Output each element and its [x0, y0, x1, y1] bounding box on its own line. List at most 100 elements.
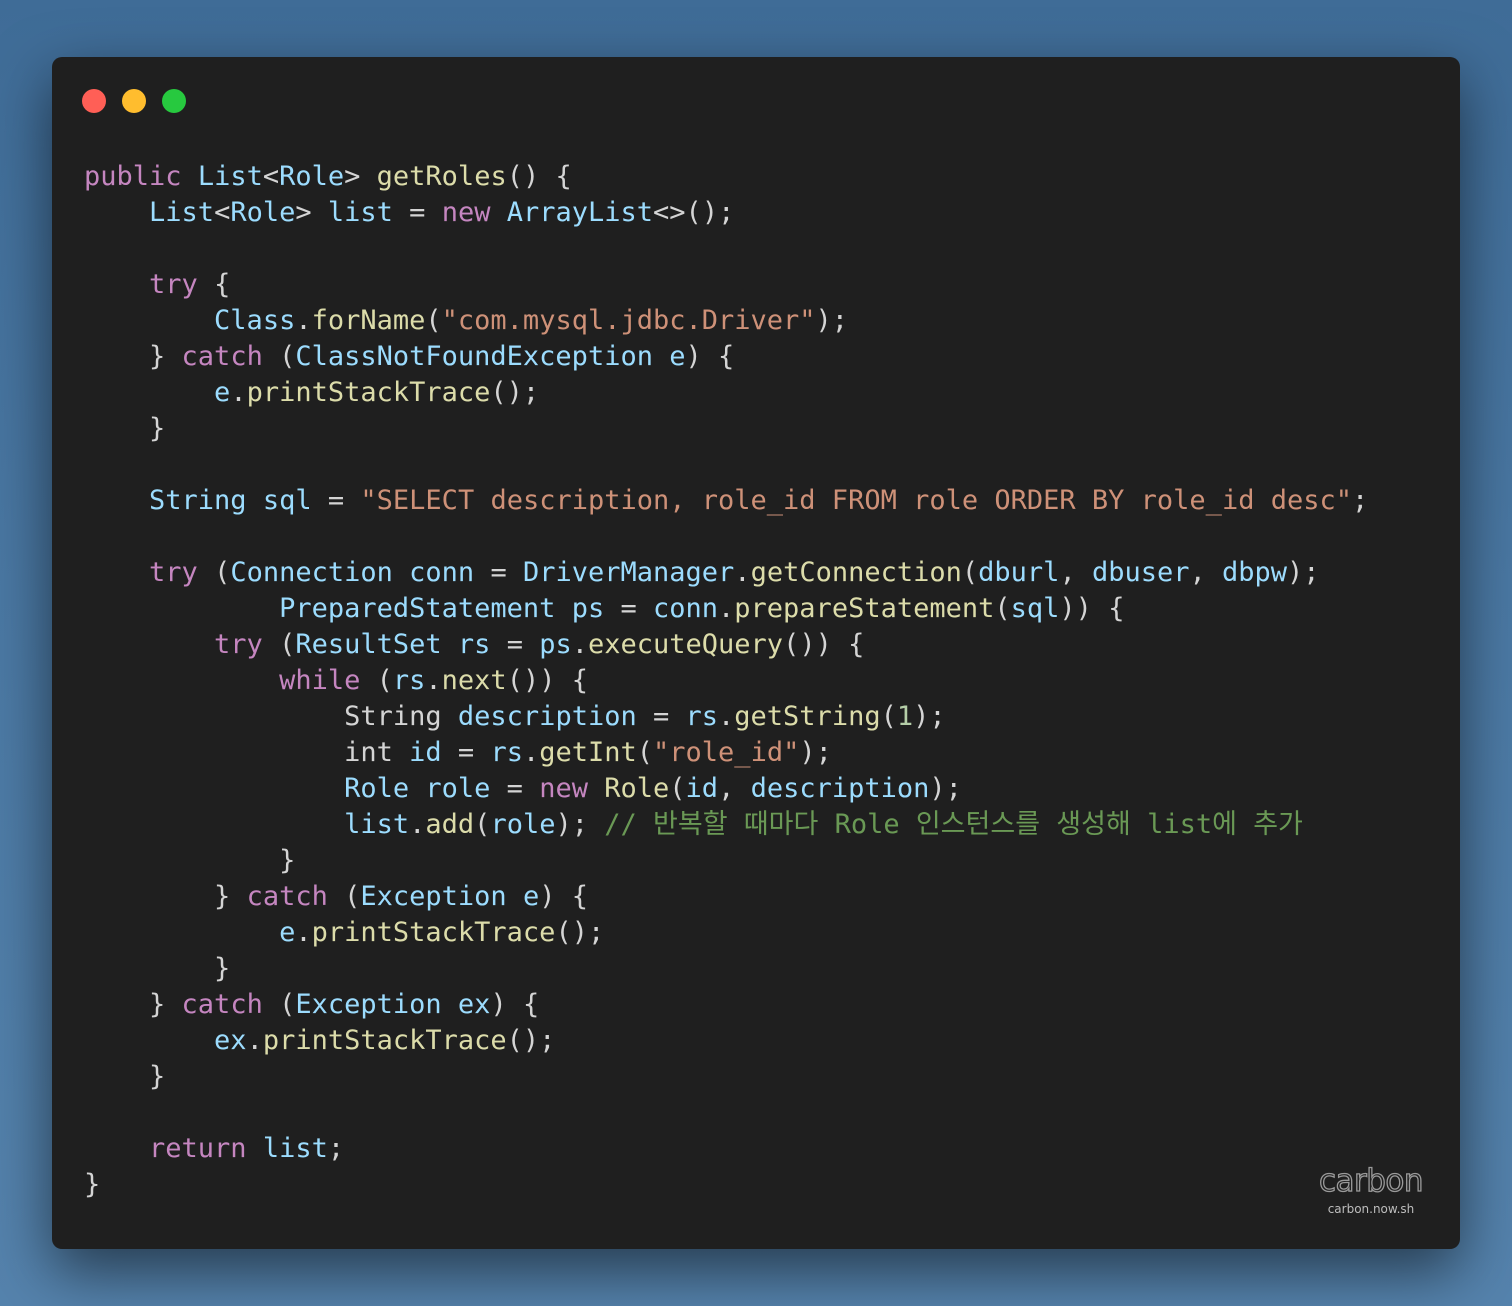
code-token-var: dburl: [978, 557, 1060, 588]
code-token-plain: (: [880, 701, 897, 732]
code-line: PreparedStatement ps = conn.prepareState…: [84, 591, 1368, 627]
code-line: }: [84, 1059, 1368, 1095]
code-token-type: ArrayList: [506, 197, 654, 228]
code-line: }: [84, 411, 1368, 447]
code-token-plain: =: [490, 773, 540, 804]
code-token-keyword: try: [149, 269, 198, 300]
code-token-fn: printStackTrace: [311, 917, 556, 948]
code-token-number: 1: [896, 701, 914, 732]
code-token-plain: <: [262, 161, 280, 192]
code-token-fn: getString: [734, 701, 881, 732]
code-line: try {: [84, 267, 1368, 303]
code-token-type: List: [149, 197, 215, 228]
code-window: public List<Role> getRoles() { List<Role…: [52, 57, 1460, 1249]
code-token-fn: printStackTrace: [262, 1025, 507, 1056]
code-token-var: dbpw: [1222, 557, 1288, 588]
code-token-var: e: [669, 341, 686, 372]
code-line: public List<Role> getRoles() {: [84, 159, 1368, 195]
code-token-plain: =: [392, 197, 442, 228]
code-token-plain: =: [490, 629, 540, 660]
code-token-var: ps: [539, 629, 572, 660]
code-token-fn: executeQuery: [588, 629, 784, 660]
code-token-var: ex: [214, 1025, 247, 1056]
code-token-var: sql: [262, 485, 312, 516]
code-token-plain: );: [929, 773, 962, 804]
code-token-var: rs: [457, 629, 491, 660]
code-token-plain: (: [262, 341, 296, 372]
code-token-string: "role_id": [653, 737, 800, 768]
code-token-plain: }: [84, 881, 247, 912]
code-token-plain: =: [604, 593, 653, 624]
code-token-plain: {: [197, 269, 231, 300]
code-token-var: e: [522, 881, 540, 912]
code-token-fn: Role: [604, 773, 670, 804]
code-token-keyword: return: [149, 1133, 247, 1164]
code-token-keyword: catch: [246, 881, 328, 912]
code-token-plain: .: [425, 665, 442, 696]
code-token-plain: (: [425, 305, 442, 336]
code-token-plain: ();: [490, 377, 540, 408]
minimize-circle-icon: [122, 89, 146, 113]
code-token-type: DriverManager: [522, 557, 735, 588]
code-token-plain: <: [214, 197, 231, 228]
code-token-plain: .: [409, 809, 426, 840]
code-token-string: "com.mysql.jdbc.Driver": [441, 305, 816, 336]
code-token-comment: // 반복할 때마다 Role 인스턴스를 생성해 list에 추가: [604, 809, 1303, 840]
code-token-keyword: try: [149, 557, 198, 588]
code-token-plain: =: [474, 557, 523, 588]
code-token-plain: ();: [555, 917, 605, 948]
code-token-type: Class: [214, 305, 296, 336]
code-token-plain: >: [295, 197, 328, 228]
code-line: List<Role> list = new ArrayList<>();: [84, 195, 1368, 231]
code-token-type: String: [149, 485, 247, 516]
code-token-type: Role: [230, 197, 296, 228]
code-token-plain: )) {: [1059, 593, 1125, 624]
code-token-plain: =: [636, 701, 686, 732]
code-token-fn: getRoles: [376, 161, 507, 192]
code-line: }: [84, 1167, 1368, 1203]
code-line: } catch (Exception e) {: [84, 879, 1368, 915]
code-token-type: Connection: [230, 557, 393, 588]
code-line: Role role = new Role(id, description);: [84, 771, 1368, 807]
code-token-keyword: new: [441, 197, 491, 228]
code-token-var: conn: [409, 557, 475, 588]
close-circle-icon: [82, 89, 106, 113]
code-token-plain: <>();: [653, 197, 735, 228]
code-line: while (rs.next()) {: [84, 663, 1368, 699]
code-token-plain: .: [230, 377, 247, 408]
code-line: e.printStackTrace();: [84, 915, 1368, 951]
code-token-var: e: [279, 917, 296, 948]
code-token-plain: (: [262, 629, 296, 660]
code-line: e.printStackTrace();: [84, 375, 1368, 411]
code-line: String description = rs.getString(1);: [84, 699, 1368, 735]
code-line: Class.forName("com.mysql.jdbc.Driver");: [84, 303, 1368, 339]
code-token-var: sql: [1010, 593, 1060, 624]
code-token-type: List: [197, 161, 263, 192]
code-token-keyword: catch: [181, 989, 263, 1020]
code-token-plain: }: [84, 953, 231, 984]
code-line: int id = rs.getInt("role_id");: [84, 735, 1368, 771]
code-token-var: role: [490, 809, 556, 840]
code-token-plain: ;: [1351, 485, 1369, 516]
code-line: } catch (ClassNotFoundException e) {: [84, 339, 1368, 375]
code-token-plain: ,: [718, 773, 751, 804]
code-token-plain: () {: [506, 161, 572, 192]
code-token-plain: (: [636, 737, 654, 768]
code-token-keyword: while: [279, 665, 361, 696]
code-token-fn: prepareStatement: [734, 593, 995, 624]
